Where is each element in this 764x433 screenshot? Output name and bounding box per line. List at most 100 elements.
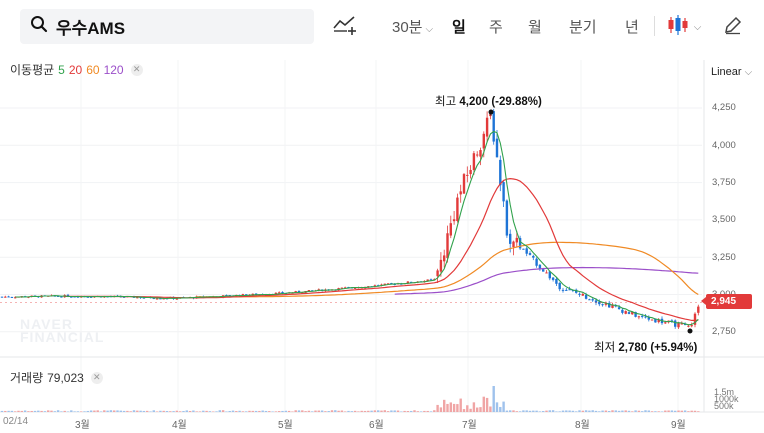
x-tick-label: 9월 [671, 420, 686, 431]
volume-bar [644, 410, 647, 412]
candle-body [469, 169, 472, 175]
volume-bar [532, 410, 535, 412]
candle-body [472, 153, 476, 171]
candle-body [535, 258, 538, 266]
chevron-down-icon: ⌵ [744, 67, 753, 78]
volume-bar [10, 410, 14, 412]
ma-legend-120: 120 [103, 62, 124, 77]
x-tick-label: 02/14 [3, 416, 29, 427]
volume-bar [228, 410, 231, 412]
volume-bar [647, 410, 650, 412]
volume-bar [393, 410, 396, 412]
volume-bar [37, 410, 40, 412]
volume-bar [578, 410, 581, 412]
volume-bar [594, 410, 598, 412]
volume-bar [20, 410, 23, 412]
candle-body [10, 296, 14, 298]
volume-bar [136, 410, 139, 412]
volume-bar [611, 410, 614, 412]
volume-bar [641, 411, 644, 412]
volume-bar [660, 411, 664, 412]
volume-bar [268, 411, 271, 412]
y-tick-label: 3,750 [712, 177, 736, 188]
candle-body [542, 269, 545, 272]
volume-bar [80, 411, 83, 412]
volume-bar [479, 407, 482, 412]
volume-bar [459, 398, 462, 412]
volume-bar [63, 410, 66, 412]
x-tick-label: 6월 [369, 420, 384, 431]
volume-bar [27, 411, 30, 412]
volume-bar [575, 411, 578, 412]
volume-bar [492, 386, 495, 412]
x-tick-label: 5월 [278, 420, 293, 431]
volume-bar [182, 411, 185, 412]
volume-bar [7, 410, 10, 412]
volume-bar [317, 410, 320, 412]
candle-body [7, 296, 10, 298]
candle-body [479, 150, 482, 157]
volume-bar [106, 410, 109, 412]
volume-bar [677, 410, 680, 412]
volume-bar [485, 397, 489, 412]
volume-bar [687, 411, 690, 412]
volume-bar [670, 410, 674, 412]
volume-bar [301, 410, 304, 412]
volume-bar [472, 402, 476, 412]
volume-bar [165, 410, 169, 412]
volume-bar [146, 410, 149, 412]
volume-bar [535, 410, 538, 412]
volume-bar [245, 411, 248, 412]
volume-bar [30, 410, 33, 412]
volume-bar [340, 410, 344, 412]
volume-bar [396, 410, 400, 412]
candle-body [545, 272, 548, 274]
volume-bar [225, 411, 228, 412]
volume-bar [218, 410, 221, 412]
candle-body [687, 325, 690, 327]
volume-bar [271, 411, 274, 412]
candle-body [278, 292, 281, 294]
volume-bar [169, 411, 172, 412]
volume-bar [142, 410, 146, 412]
volume-bar [561, 410, 565, 412]
volume-bar [162, 410, 165, 412]
candle-body [627, 312, 631, 314]
moving-average-legend: 이동평균 5 20 60 120 ✕ [10, 61, 143, 78]
close-icon[interactable]: ✕ [90, 371, 103, 384]
volume-bar [89, 410, 93, 412]
volume-bar [456, 404, 459, 412]
ma-legend-60: 60 [86, 62, 100, 77]
volume-bar [353, 410, 357, 412]
volume-bar [221, 410, 225, 412]
volume-bar [667, 410, 670, 412]
candle-body [452, 219, 456, 222]
candle-body [621, 309, 624, 313]
candle-body [502, 182, 505, 202]
volume-bar [235, 411, 238, 412]
volume-bar [129, 411, 132, 412]
volume-bar [634, 410, 637, 412]
volume-bar [284, 410, 287, 412]
volume-bar [291, 411, 294, 412]
volume-bar [637, 410, 641, 412]
volume-bar [337, 410, 340, 412]
volume-bar [548, 410, 551, 412]
volume-bar [476, 407, 479, 412]
volume-bar [410, 410, 413, 412]
close-icon[interactable]: ✕ [130, 63, 143, 76]
volume-bar [0, 410, 4, 412]
volume-bar [314, 410, 317, 412]
candle-body [538, 264, 542, 269]
volume-bar [17, 410, 20, 412]
volume-bar [231, 410, 235, 412]
volume-bar [452, 403, 456, 412]
volume-bar [126, 410, 129, 412]
volume-bar [40, 410, 43, 412]
candle-body [674, 320, 677, 327]
candle-body [499, 159, 502, 186]
volume-bar [47, 410, 50, 412]
scale-mode-button[interactable]: Linear ⌵ [711, 66, 752, 78]
candle-body [495, 138, 499, 158]
volume-bar [122, 410, 126, 412]
